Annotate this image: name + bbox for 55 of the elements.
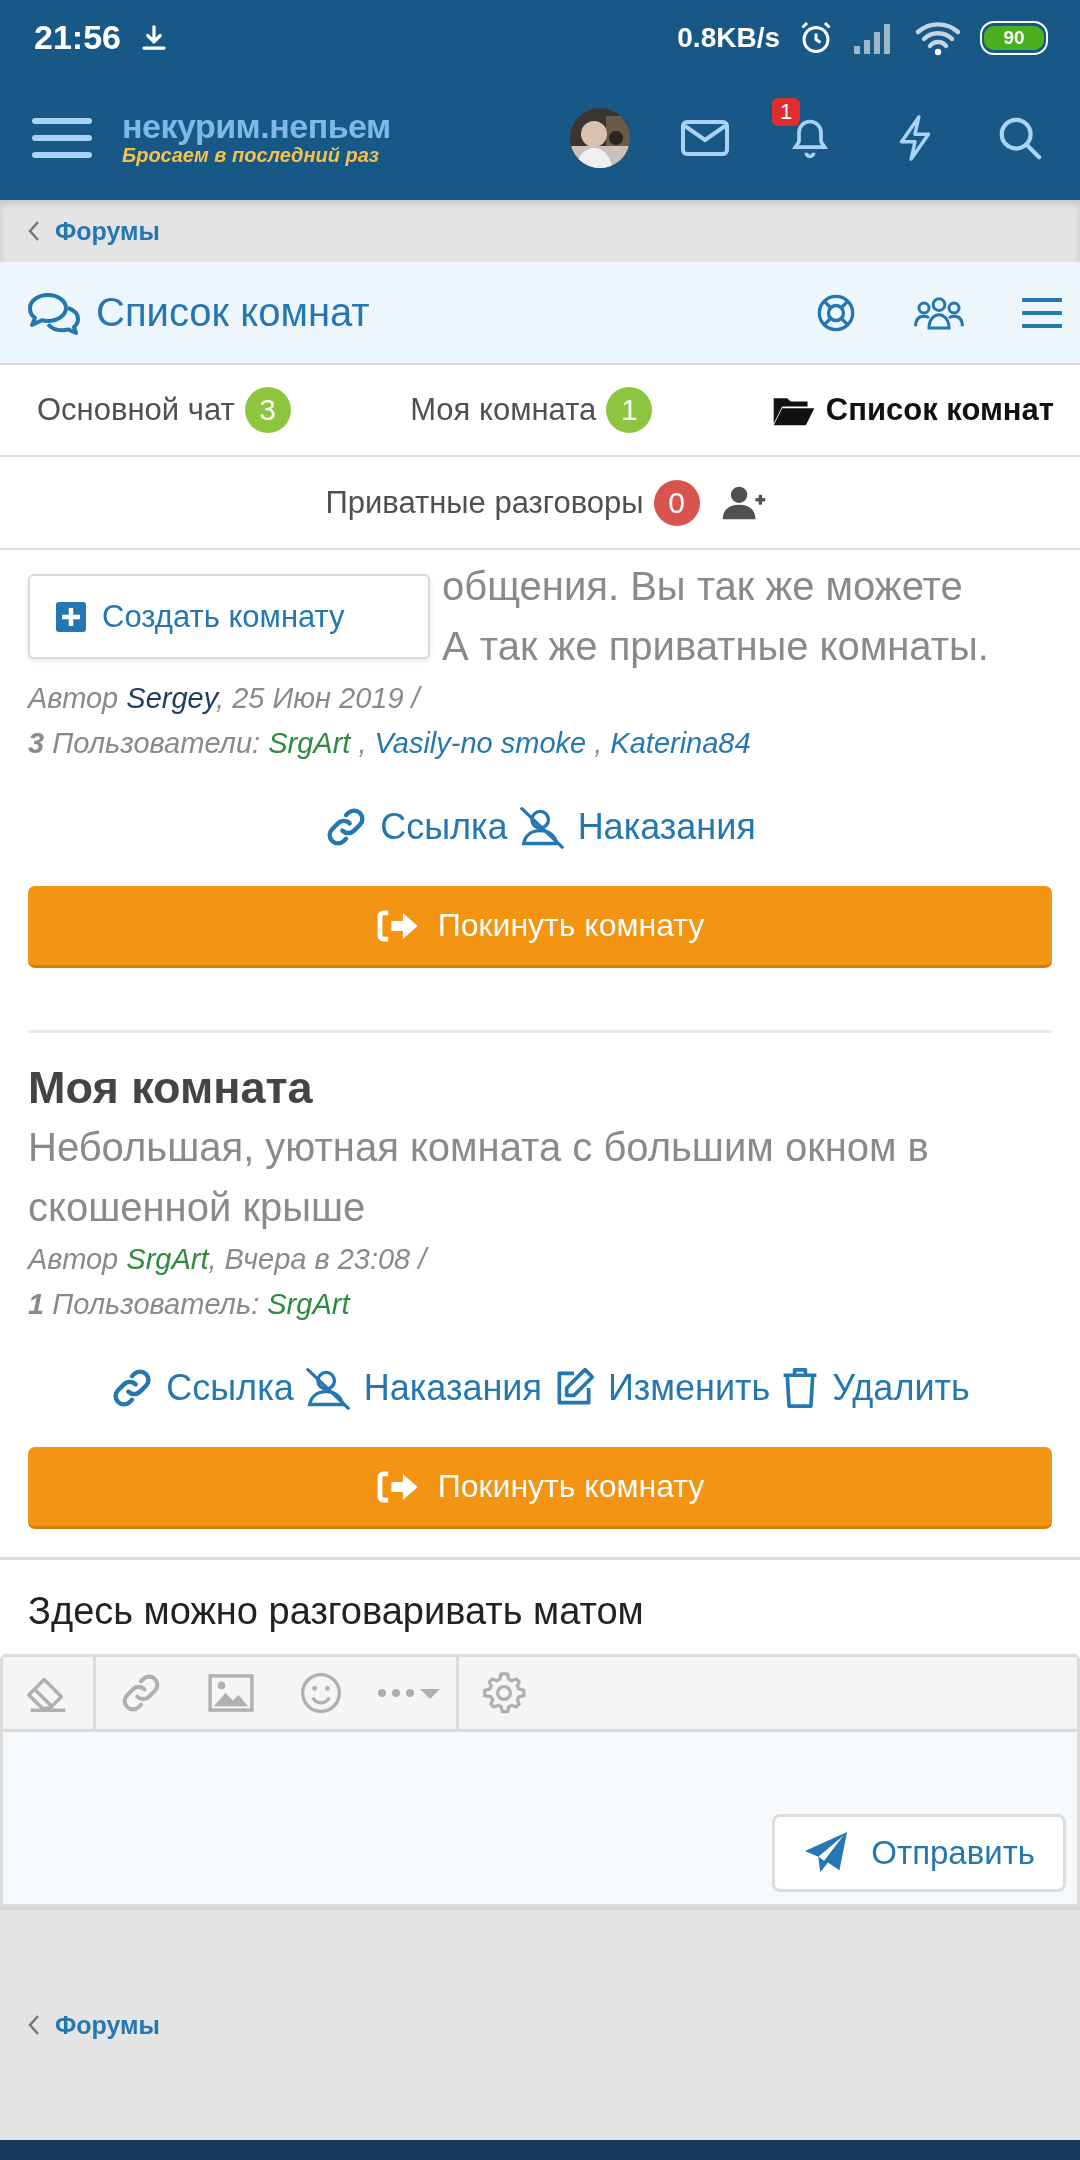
plus-square-icon bbox=[56, 601, 86, 632]
breadcrumb-link[interactable]: Форумы bbox=[55, 216, 160, 246]
logo-tagline: Бросаем в последний раз bbox=[122, 144, 380, 166]
breadcrumb-link[interactable]: Форумы bbox=[55, 2010, 160, 2040]
logo-title[interactable]: некурим.непьем bbox=[122, 109, 391, 145]
room-description: Небольшая, уютная комната с большим окном в скошенной крыше bbox=[28, 1124, 930, 1231]
message-input[interactable]: Отправить bbox=[3, 1732, 1077, 1904]
count-badge: 0 bbox=[653, 479, 700, 526]
tab[interactable]: Основной чат 3 bbox=[37, 387, 291, 433]
users-line: 1 Пользователь: SrgArt bbox=[28, 1287, 352, 1322]
notification-count: 1 bbox=[772, 97, 801, 126]
menu-icon[interactable] bbox=[32, 115, 92, 160]
tab[interactable]: Список комнат bbox=[771, 392, 1054, 428]
lifebuoy-icon[interactable] bbox=[816, 292, 856, 333]
users-line: 3 Пользователи: SrgArt , Vasily-no smoke , Katerina84 bbox=[28, 726, 752, 761]
wifi-icon bbox=[914, 19, 962, 56]
count-badge: 1 bbox=[606, 387, 653, 433]
room-note: Здесь можно разговаривать матом bbox=[27, 1589, 645, 1634]
edit-action[interactable]: Изменить bbox=[551, 1366, 771, 1410]
author-link[interactable]: SrgArt bbox=[126, 1243, 209, 1275]
author-line: Автор Sergey, 25 Июн 2019 / bbox=[28, 681, 423, 716]
user-link[interactable]: Vasily-no smoke bbox=[374, 727, 587, 759]
count-badge: 3 bbox=[244, 387, 291, 433]
author-line: Автор SrgArt, Вчера в 23:08 / bbox=[28, 1242, 430, 1277]
chat-bubbles-icon bbox=[26, 290, 82, 335]
link-action[interactable]: Ссылка bbox=[110, 1366, 294, 1410]
user-link[interactable]: Katerina84 bbox=[610, 727, 751, 759]
user-link[interactable]: SrgArt bbox=[267, 1288, 350, 1320]
author-link[interactable]: Sergey bbox=[126, 682, 217, 714]
room-description-line: общения. Вы так же можете bbox=[442, 563, 963, 610]
send-button[interactable]: Отправить bbox=[772, 1814, 1066, 1892]
lightning-icon[interactable] bbox=[897, 114, 933, 161]
mail-icon[interactable] bbox=[681, 119, 729, 156]
delete-action[interactable]: Удалить bbox=[780, 1366, 970, 1410]
exit-icon bbox=[375, 1468, 420, 1505]
link-action[interactable]: Ссылка bbox=[324, 805, 508, 849]
room-title: Моя комната bbox=[28, 1061, 314, 1115]
user-link[interactable]: SrgArt bbox=[268, 727, 351, 759]
ban-action[interactable]: Наказания bbox=[303, 1366, 542, 1410]
menu-icon[interactable] bbox=[1022, 295, 1062, 330]
crossed-user-icon bbox=[517, 805, 566, 849]
chevron-left-icon bbox=[27, 2013, 41, 2037]
battery-icon: 90 bbox=[980, 20, 1048, 55]
tab[interactable]: Моя комната 1 bbox=[410, 387, 653, 433]
page-title: Список комнат bbox=[96, 290, 371, 335]
add-user-icon[interactable] bbox=[721, 484, 766, 521]
room-description-line: А так же приватные комнаты. bbox=[442, 623, 989, 670]
clock-time: 21:56 bbox=[34, 18, 121, 57]
ban-action[interactable]: Наказания bbox=[517, 805, 756, 849]
tab[interactable]: Приватные разговоры 0 bbox=[325, 479, 700, 526]
exit-icon bbox=[375, 907, 420, 944]
network-speed: 0.8KB/s bbox=[677, 21, 780, 54]
chevron-left-icon bbox=[27, 219, 41, 243]
crossed-user-icon bbox=[303, 1366, 352, 1410]
create-room-button[interactable]: Создать комнату bbox=[28, 574, 430, 659]
